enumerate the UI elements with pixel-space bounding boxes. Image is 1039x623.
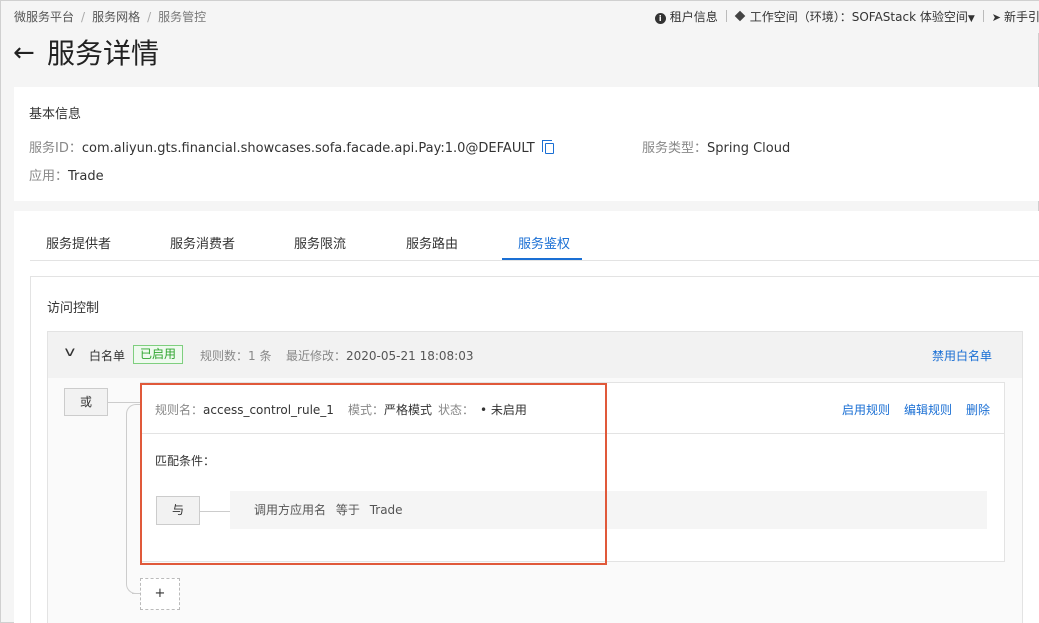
rule-status-label: 状态：	[437, 403, 474, 417]
tree-connector	[200, 511, 230, 512]
tab-auth[interactable]: 服务鉴权	[518, 233, 570, 252]
access-control-panel: 访问控制 v 白名单 已启用 规则数：1 条 最近修改：2020-05-21 1…	[30, 276, 1039, 623]
last-modified-value: 2020-05-21 18:08:03	[346, 349, 474, 363]
status-badge: 已启用	[133, 345, 184, 364]
detail-tabs-card: 服务提供者 服务消费者 服务限流 服务路由 服务鉴权 访问控制 v 白名单 已启…	[14, 211, 1039, 623]
breadcrumb-item-mesh[interactable]: 服务网格	[92, 10, 140, 24]
or-operator-button[interactable]: 或	[64, 388, 108, 416]
access-control-title: 访问控制	[47, 301, 100, 316]
delete-rule-link[interactable]: 删除	[966, 403, 990, 417]
app-value: Trade	[68, 169, 104, 184]
workspace-label: 工作空间（环境）：SOFAStack 体验空间	[749, 10, 968, 24]
rule-count: 规则数：1 条	[200, 349, 272, 363]
service-id-label: 服务ID：	[29, 141, 82, 156]
tab-providers[interactable]: 服务提供者	[46, 233, 111, 252]
breadcrumb: 微服务平台 / 服务网格 / 服务管控	[14, 8, 206, 25]
basic-info-card: 基本信息 服务ID：com.aliyun.gts.financial.showc…	[14, 87, 1039, 201]
rule-header: 规则名：access_control_rule_1 模式：严格模式 状态： • 未启用…	[141, 383, 1004, 434]
breadcrumb-item-platform[interactable]: 微服务平台	[14, 10, 74, 24]
active-tab-indicator	[502, 258, 582, 260]
whitelist-header[interactable]: v 白名单 已启用 规则数：1 条 最近修改：2020-05-21 18:08:…	[48, 332, 1022, 378]
service-id-value: com.aliyun.gts.financial.showcases.sofa.…	[81, 141, 535, 156]
divider	[982, 10, 984, 22]
disable-whitelist-link[interactable]: 禁用白名单	[932, 347, 992, 364]
rule-mode-label: 模式：	[347, 403, 384, 417]
app-field: 应用：Trade	[29, 165, 104, 184]
condition-operator: 等于	[335, 503, 360, 517]
enable-rule-link[interactable]: 启用规则	[842, 403, 890, 417]
copy-icon[interactable]	[541, 140, 554, 154]
tenant-info-label: 租户信息	[669, 10, 718, 24]
tab-consumers[interactable]: 服务消费者	[170, 233, 235, 252]
whitelist-label: 白名单	[89, 349, 126, 363]
and-operator-button[interactable]: 与	[156, 496, 200, 525]
tree-connector	[132, 593, 140, 594]
guide-label: 新手引	[1003, 10, 1039, 24]
cube-icon	[734, 10, 746, 22]
rule-name-label: 规则名：	[155, 403, 204, 417]
rule-card: 规则名：access_control_rule_1 模式：严格模式 状态： • 未启用…	[140, 382, 1005, 562]
breadcrumb-separator: /	[81, 10, 86, 24]
condition-value: Trade	[369, 503, 403, 517]
basic-info-heading: 基本信息	[29, 107, 82, 122]
tab-bar: 服务提供者 服务消费者 服务限流 服务路由 服务鉴权	[30, 223, 1039, 261]
add-rule-button[interactable]: +	[140, 578, 180, 610]
condition-field: 调用方应用名	[254, 503, 327, 517]
workspace-dropdown[interactable]: 工作空间（环境）：SOFAStack 体验空间▼	[734, 8, 975, 25]
rule-name-value: access_control_rule_1	[203, 403, 334, 417]
rule-actions: 启用规则 编辑规则 删除	[828, 401, 990, 418]
top-bar: 微服务平台 / 服务网格 / 服务管控 i 租户信息 工作空间（环境）：SOFAStack …	[1, 1, 1039, 33]
send-icon: ➤	[991, 11, 1001, 24]
app-label: 应用：	[29, 169, 69, 184]
service-type-field: 服务类型：Spring Cloud	[642, 137, 790, 156]
tree-connector	[126, 404, 140, 594]
last-modified-label: 最近修改：	[286, 349, 347, 363]
caret-down-icon: ▼	[967, 14, 975, 24]
tree-connector	[108, 402, 140, 403]
rule-mode-value: 严格模式	[383, 403, 432, 417]
condition-row: 调用方应用名 等于 Trade	[230, 491, 987, 529]
whitelist-section: v 白名单 已启用 规则数：1 条 最近修改：2020-05-21 18:08:…	[47, 331, 1023, 623]
page-title: 服务详情	[47, 37, 160, 70]
service-type-label: 服务类型：	[642, 141, 708, 156]
service-type-value: Spring Cloud	[707, 141, 791, 156]
breadcrumb-item-control: 服务管控	[158, 10, 207, 24]
rule-status-value: • 未启用	[479, 403, 527, 417]
rule-meta: 规则名：access_control_rule_1 模式：严格模式 状态： • 未启用	[155, 401, 527, 418]
top-right-menu: i 租户信息 工作空间（环境）：SOFAStack 体验空间▼ ➤ 新手引	[641, 8, 1039, 25]
match-conditions-label: 匹配条件：	[155, 454, 216, 468]
tab-rate-limit[interactable]: 服务限流	[294, 233, 346, 252]
info-icon: i	[654, 13, 666, 24]
breadcrumb-separator: /	[147, 10, 152, 24]
tenant-info-link[interactable]: i 租户信息	[654, 8, 718, 25]
guide-link[interactable]: ➤ 新手引	[992, 8, 1039, 25]
tab-routing[interactable]: 服务路由	[406, 233, 458, 252]
divider	[725, 10, 727, 22]
service-id-field: 服务ID：com.aliyun.gts.financial.showcases.…	[29, 137, 554, 156]
back-arrow-icon[interactable]: ←	[13, 38, 35, 68]
chevron-down-icon[interactable]: v	[64, 345, 75, 360]
edit-rule-link[interactable]: 编辑规则	[904, 403, 952, 417]
last-modified: 最近修改：2020-05-21 18:08:03	[286, 347, 473, 364]
